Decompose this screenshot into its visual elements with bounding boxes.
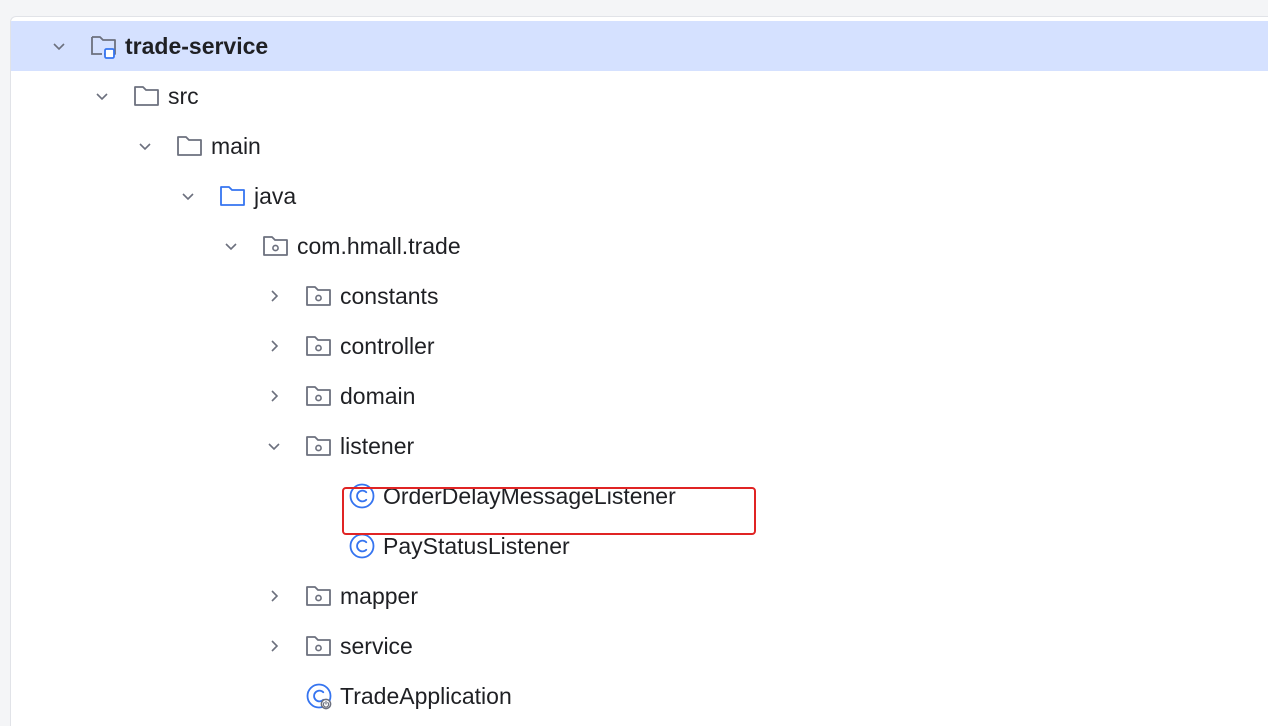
tree-node-label: trade-service [125, 33, 269, 59]
tree-node-controller[interactable]: controller [11, 321, 1268, 371]
package-icon [304, 381, 334, 411]
tree-node-label: constants [340, 283, 439, 309]
package-icon [304, 431, 334, 461]
tree-node-service[interactable]: service [11, 621, 1268, 671]
tree-node-main[interactable]: main [11, 121, 1268, 171]
chevron-right-icon[interactable] [264, 286, 284, 306]
tree-node-label: mapper [340, 583, 418, 609]
chevron-right-icon[interactable] [264, 336, 284, 356]
chevron-right-icon[interactable] [264, 586, 284, 606]
tree-node-domain[interactable]: domain [11, 371, 1268, 421]
tree-node-trade-service[interactable]: trade-service [11, 21, 1268, 71]
tree-node-label: src [168, 83, 199, 109]
tree-node-label: domain [340, 383, 416, 409]
tree-node-trade-application[interactable]: TradeApplication [11, 671, 1268, 721]
chevron-down-icon[interactable] [264, 436, 284, 456]
tree-node-constants[interactable]: constants [11, 271, 1268, 321]
package-icon [304, 331, 334, 361]
package-icon [304, 281, 334, 311]
chevron-right-icon[interactable] [264, 386, 284, 406]
chevron-down-icon[interactable] [92, 86, 112, 106]
source-root-folder-icon [218, 181, 248, 211]
tree-node-label: java [254, 183, 297, 209]
package-icon [261, 231, 291, 261]
tree-node-label: service [340, 633, 413, 659]
tree-node-src[interactable]: src [11, 71, 1268, 121]
tree-node-label: controller [340, 333, 435, 359]
chevron-down-icon[interactable] [178, 186, 198, 206]
module-folder-icon [89, 31, 119, 61]
package-icon [304, 631, 334, 661]
tree-node-listener[interactable]: listener [11, 421, 1268, 471]
spring-boot-class-icon [304, 681, 334, 711]
tree-node-com-hmall-trade[interactable]: com.hmall.trade [11, 221, 1268, 271]
tree-node-java[interactable]: java [11, 171, 1268, 221]
project-tree-panel: trade-service src main java com.hmall.tr… [10, 16, 1268, 726]
tree-node-mapper[interactable]: mapper [11, 571, 1268, 621]
chevron-down-icon[interactable] [49, 36, 69, 56]
folder-icon [132, 81, 162, 111]
chevron-down-icon[interactable] [135, 136, 155, 156]
folder-icon [175, 131, 205, 161]
tree-node-label: main [211, 133, 261, 159]
chevron-right-icon[interactable] [264, 636, 284, 656]
tree-node-label: com.hmall.trade [297, 233, 461, 259]
java-class-icon [347, 531, 377, 561]
highlight-box [342, 487, 756, 535]
package-icon [304, 581, 334, 611]
tree-node-label: TradeApplication [340, 683, 512, 709]
chevron-down-icon[interactable] [221, 236, 241, 256]
tree-node-label: listener [340, 433, 415, 459]
